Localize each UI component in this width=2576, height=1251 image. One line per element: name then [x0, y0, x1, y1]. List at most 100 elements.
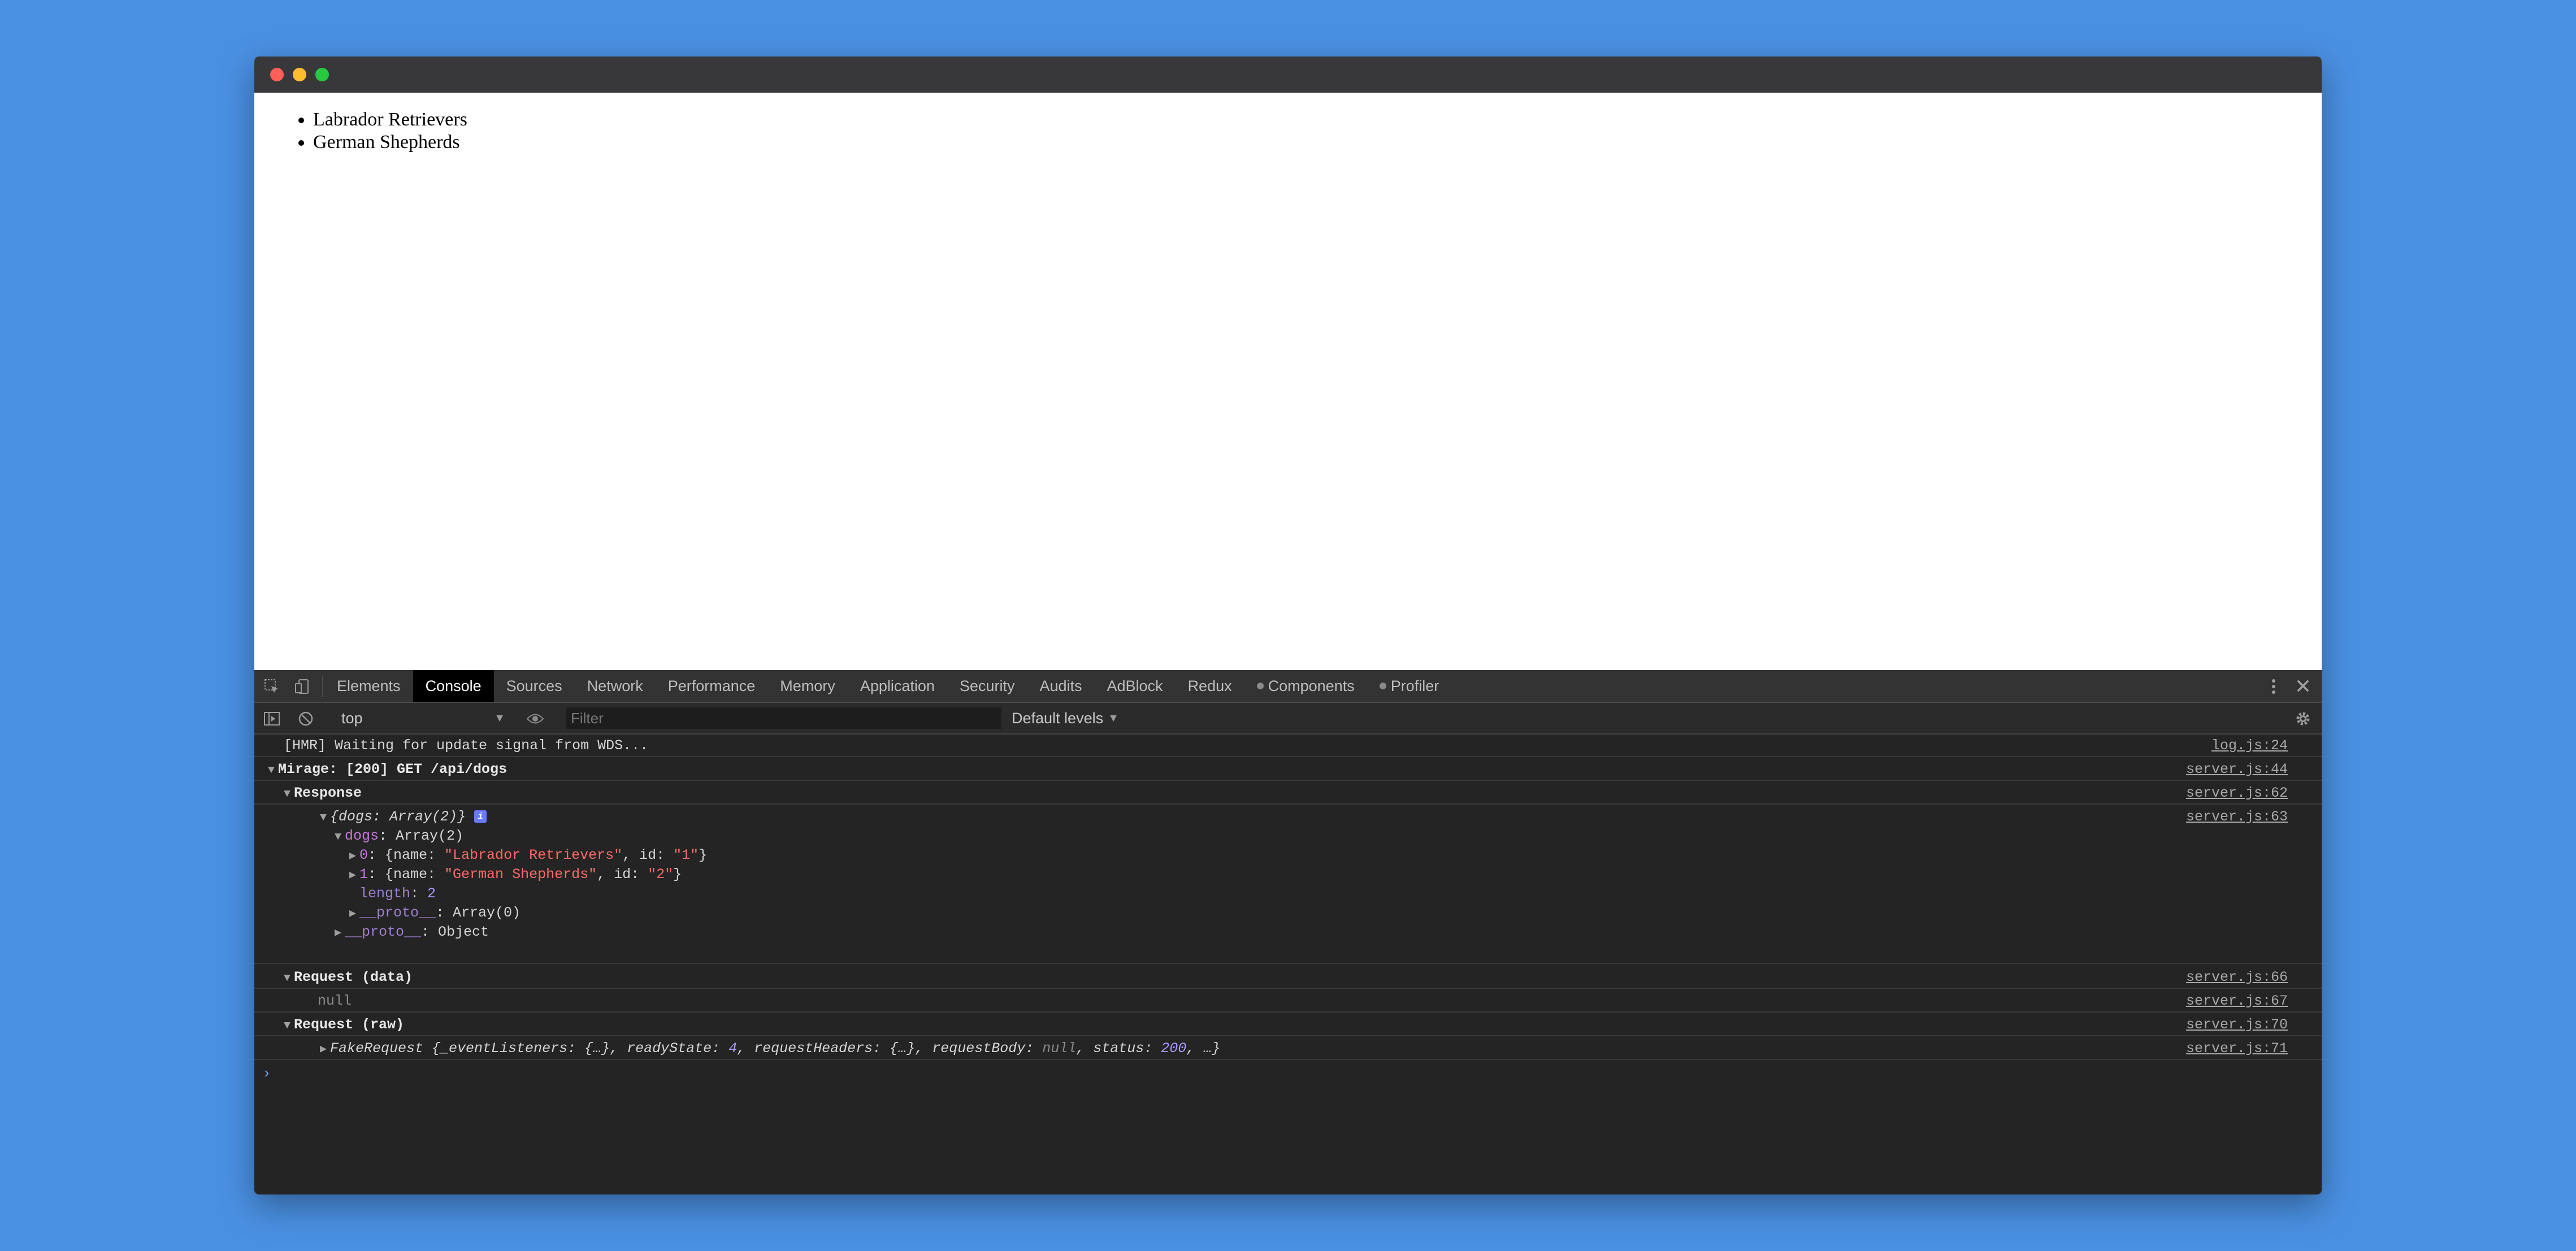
prop-value: : Object: [421, 924, 489, 940]
context-value: top: [341, 709, 363, 727]
inspect-element-icon[interactable]: [261, 676, 283, 697]
tab-application[interactable]: Application: [848, 670, 947, 702]
expanded-triangle-icon: ▼: [267, 764, 275, 777]
tab-security[interactable]: Security: [947, 670, 1027, 702]
number-value: 200: [1161, 1040, 1187, 1057]
console-prompt-row[interactable]: ›: [254, 1062, 2322, 1085]
source-link[interactable]: server.js:66: [2186, 966, 2288, 989]
web-page: Labrador Retrievers German Shepherds: [254, 93, 2322, 727]
expanded-triangle-icon: ▼: [283, 1019, 290, 1032]
caret-down-icon: ▼: [494, 711, 505, 724]
devtools-tab-bar: Elements Console Sources Network Perform…: [254, 670, 2322, 703]
minimize-window-button[interactable]: [293, 68, 306, 81]
tab-console[interactable]: Console: [413, 670, 494, 702]
console-message[interactable]: ▶ FakeRequest {_eventListeners: {…}, read…: [254, 1037, 2322, 1060]
console-group-header[interactable]: ▼ Request (data) server.js:66: [254, 966, 2322, 989]
group-title: Response: [294, 785, 362, 801]
group-toggle[interactable]: ▼ Mirage: [200] GET /api/dogs: [264, 758, 507, 782]
toolbar-divider: [322, 676, 323, 697]
info-icon[interactable]: i: [474, 810, 487, 823]
source-link[interactable]: log.js:24: [2211, 735, 2288, 757]
prop-value: , id:: [622, 847, 674, 863]
collapsed-triangle-icon: ▶: [334, 927, 342, 940]
tab-label: Components: [1268, 677, 1355, 694]
tab-label: Performance: [667, 677, 756, 694]
string-value: "Labrador Retrievers": [444, 847, 623, 863]
prompt-chevron-icon: ›: [262, 1065, 271, 1082]
group-title: Request (raw): [294, 1017, 405, 1033]
prop-value: }: [699, 847, 708, 863]
console-group-header[interactable]: ▼ Request (raw) server.js:70: [254, 1014, 2322, 1036]
tab-label: Audits: [1039, 677, 1082, 694]
tab-label: Redux: [1187, 677, 1232, 694]
close-window-button[interactable]: [270, 68, 284, 81]
tab-label: Security: [959, 677, 1015, 694]
console-output: [HMR] Waiting for update signal from WDS…: [254, 735, 2322, 1194]
device-toolbar-icon[interactable]: [292, 676, 313, 697]
tab-elements[interactable]: Elements: [324, 670, 413, 702]
sidebar-toggle-icon[interactable]: [261, 708, 283, 729]
expanded-triangle-icon: ▼: [283, 788, 290, 801]
title-bar: [254, 57, 2322, 93]
group-title: Mirage: [200] GET /api/dogs: [278, 761, 508, 777]
tab-label: Network: [587, 677, 643, 694]
prop-value: : {name:: [368, 866, 445, 883]
close-devtools-icon[interactable]: ✕: [2292, 675, 2314, 698]
tab-label: Profiler: [1390, 677, 1439, 694]
devtools-tabs: Elements Console Sources Network Perform…: [324, 670, 1451, 702]
source-link[interactable]: server.js:67: [2186, 990, 2288, 1013]
prop-key: 1: [359, 866, 368, 883]
react-dot-icon: [1379, 683, 1386, 689]
devtools-panel: Elements Console Sources Network Perform…: [254, 670, 2322, 1194]
source-link[interactable]: server.js:62: [2186, 782, 2288, 805]
object-preview: , status:: [1076, 1040, 1161, 1057]
console-filter-input[interactable]: [566, 707, 1001, 729]
prop-key: __proto__: [359, 905, 436, 921]
group-title: Request (data): [294, 969, 413, 985]
prop-key: 0: [359, 847, 368, 863]
console-group-header[interactable]: ▼ Response server.js:62: [254, 782, 2322, 805]
context-selector[interactable]: top ▼: [341, 707, 505, 729]
tab-performance[interactable]: Performance: [656, 670, 768, 702]
prop-key: __proto__: [345, 924, 422, 940]
log-levels-dropdown[interactable]: Default levels ▼: [1012, 707, 1119, 729]
tab-memory[interactable]: Memory: [767, 670, 848, 702]
group-toggle[interactable]: ▼ Request (raw): [280, 1014, 404, 1037]
source-link[interactable]: server.js:44: [2186, 758, 2288, 781]
tab-label: Console: [425, 677, 482, 694]
caret-down-icon: ▼: [1108, 711, 1119, 724]
object-preview: {_eventListeners: {…}, readyState:: [423, 1040, 729, 1057]
source-link[interactable]: server.js:70: [2186, 1014, 2288, 1036]
collapsed-triangle-icon: ▶: [319, 1043, 327, 1056]
console-group-header[interactable]: ▼ Mirage: [200] GET /api/dogs server.js:4…: [254, 758, 2322, 781]
tab-adblock[interactable]: AdBlock: [1095, 670, 1176, 702]
source-link[interactable]: server.js:71: [2186, 1037, 2288, 1060]
string-value: "2": [648, 866, 674, 883]
clear-console-icon[interactable]: [295, 708, 316, 729]
tab-label: AdBlock: [1107, 677, 1163, 694]
prop-key: dogs: [345, 828, 379, 844]
tab-sources[interactable]: Sources: [494, 670, 575, 702]
message-text: [HMR] Waiting for update signal from WDS…: [284, 737, 649, 754]
live-expression-eye-icon[interactable]: [524, 708, 546, 729]
console-message: [HMR] Waiting for update signal from WDS…: [254, 735, 2322, 757]
null-value: null: [318, 993, 352, 1009]
prop-value: : {name:: [368, 847, 445, 863]
tab-network[interactable]: Network: [575, 670, 656, 702]
prop-separator: :: [410, 885, 428, 902]
prop-value: , id:: [597, 866, 648, 883]
tab-audits[interactable]: Audits: [1027, 670, 1094, 702]
group-toggle[interactable]: ▼ Request (data): [280, 966, 413, 990]
tab-profiler[interactable]: Profiler: [1367, 670, 1452, 702]
more-options-icon[interactable]: [2265, 676, 2282, 697]
react-dot-icon: [1256, 683, 1264, 689]
levels-label: Default levels: [1012, 709, 1104, 727]
group-toggle[interactable]: ▼ Response: [280, 782, 362, 806]
zoom-window-button[interactable]: [315, 68, 329, 81]
dog-list-item: Labrador Retrievers: [313, 108, 467, 131]
object-prop-row[interactable]: ▶ __proto__: Object: [254, 921, 2322, 944]
settings-gear-icon[interactable]: [2292, 708, 2314, 729]
tab-redux[interactable]: Redux: [1176, 670, 1244, 702]
object-preview-type: Array(2): [389, 809, 458, 825]
tab-components[interactable]: Components: [1244, 670, 1367, 702]
